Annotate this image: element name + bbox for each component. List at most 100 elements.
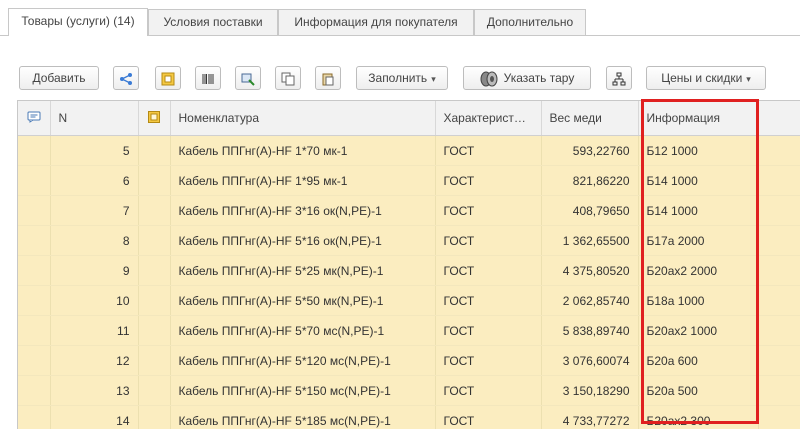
nomenclature-cell[interactable]: Кабель ППГнг(А)-HF 5*70 мс(N,PE)-1: [170, 316, 435, 346]
nomenclature-cell[interactable]: Кабель ППГнг(А)-HF 5*25 мк(N,PE)-1: [170, 256, 435, 286]
table-row[interactable]: 8 Кабель ППГнг(А)-HF 5*16 ок(N,PE)-1ГОСТ1…: [18, 226, 800, 256]
empty-cell: [758, 136, 800, 166]
row-number-cell[interactable]: 5: [50, 136, 138, 166]
product-icon-cell: [138, 286, 170, 316]
pick-goods-icon[interactable]: [235, 66, 261, 90]
row-number-cell[interactable]: 6: [50, 166, 138, 196]
characteristic-cell[interactable]: ГОСТ: [435, 286, 541, 316]
column-header-nomenclature[interactable]: Номенклатура: [170, 101, 435, 136]
nomenclature-cell[interactable]: Кабель ППГнг(А)-HF 1*70 мк-1: [170, 136, 435, 166]
table-row[interactable]: 12 Кабель ППГнг(А)-HF 5*120 мс(N,PE)-1ГОС…: [18, 346, 800, 376]
table-row[interactable]: 14 Кабель ППГнг(А)-HF 5*185 мс(N,PE)-1ГОС…: [18, 406, 800, 429]
nomenclature-cell[interactable]: Кабель ППГнг(А)-HF 5*150 мс(N,PE)-1: [170, 376, 435, 406]
tab-goods[interactable]: Товары (услуги) (14): [8, 8, 148, 36]
prices-discounts-label: Цены и скидки: [661, 71, 742, 85]
nomenclature-cell[interactable]: Кабель ППГнг(А)-HF 1*95 мк-1: [170, 166, 435, 196]
tab-buyer-info[interactable]: Информация для покупателя: [278, 9, 474, 35]
cable-reel-icon: [480, 71, 498, 87]
empty-cell: [758, 256, 800, 286]
comment-cell: [18, 286, 50, 316]
column-header-copper-weight[interactable]: Вес меди: [541, 101, 638, 136]
copper-weight-cell[interactable]: 3 076,60074: [541, 346, 638, 376]
characteristic-cell[interactable]: ГОСТ: [435, 196, 541, 226]
copper-weight-cell[interactable]: 408,79650: [541, 196, 638, 226]
comment-icon: [27, 111, 41, 123]
select-from-list-icon[interactable]: [155, 66, 181, 90]
table-row[interactable]: 13 Кабель ППГнг(А)-HF 5*150 мс(N,PE)-1ГОС…: [18, 376, 800, 406]
row-number-cell[interactable]: 10: [50, 286, 138, 316]
nomenclature-cell[interactable]: Кабель ППГнг(А)-HF 5*120 мс(N,PE)-1: [170, 346, 435, 376]
comment-cell: [18, 406, 50, 429]
table-row[interactable]: 10 Кабель ППГнг(А)-HF 5*50 мк(N,PE)-1ГОСТ…: [18, 286, 800, 316]
characteristic-cell[interactable]: ГОСТ: [435, 136, 541, 166]
row-number-cell[interactable]: 9: [50, 256, 138, 286]
structure-icon[interactable]: [606, 66, 632, 90]
table-row[interactable]: 6 Кабель ППГнг(А)-HF 1*95 мк-1ГОСТ821,862…: [18, 166, 800, 196]
characteristic-cell[interactable]: ГОСТ: [435, 316, 541, 346]
row-number-cell[interactable]: 8: [50, 226, 138, 256]
row-number-cell[interactable]: 12: [50, 346, 138, 376]
table-row[interactable]: 5 Кабель ППГнг(А)-HF 1*70 мк-1ГОСТ593,227…: [18, 136, 800, 166]
row-number-cell[interactable]: 11: [50, 316, 138, 346]
information-cell[interactable]: Б20а 500: [638, 376, 758, 406]
empty-cell: [758, 316, 800, 346]
nomenclature-cell[interactable]: Кабель ППГнг(А)-HF 3*16 ок(N,PE)-1: [170, 196, 435, 226]
tab-delivery-conditions[interactable]: Условия поставки: [148, 9, 278, 35]
characteristic-cell[interactable]: ГОСТ: [435, 406, 541, 429]
comment-column-header[interactable]: [18, 101, 50, 136]
product-icon-cell: [138, 346, 170, 376]
information-cell[interactable]: Б14 1000: [638, 166, 758, 196]
information-cell[interactable]: Б20ах2 1000: [638, 316, 758, 346]
copper-weight-cell[interactable]: 4 375,80520: [541, 256, 638, 286]
copper-weight-cell[interactable]: 821,86220: [541, 166, 638, 196]
characteristic-cell[interactable]: ГОСТ: [435, 346, 541, 376]
information-cell[interactable]: Б20ах2 2000: [638, 256, 758, 286]
comment-cell: [18, 196, 50, 226]
characteristic-cell[interactable]: ГОСТ: [435, 376, 541, 406]
product-icon-cell: [138, 316, 170, 346]
copper-weight-cell[interactable]: 593,22760: [541, 136, 638, 166]
add-button[interactable]: Добавить: [19, 66, 99, 90]
paste-icon[interactable]: [315, 66, 341, 90]
nomenclature-cell[interactable]: Кабель ППГнг(А)-HF 5*50 мк(N,PE)-1: [170, 286, 435, 316]
copper-weight-cell[interactable]: 3 150,18290: [541, 376, 638, 406]
empty-cell: [758, 196, 800, 226]
characteristic-cell[interactable]: ГОСТ: [435, 166, 541, 196]
prices-discounts-dropdown-button[interactable]: Цены и скидки▾: [646, 66, 766, 90]
row-number-cell[interactable]: 7: [50, 196, 138, 226]
row-number-cell[interactable]: 13: [50, 376, 138, 406]
copy-icon[interactable]: [275, 66, 301, 90]
copper-weight-cell[interactable]: 4 733,77272: [541, 406, 638, 429]
fill-dropdown-button[interactable]: Заполнить▾: [356, 66, 448, 90]
empty-cell: [758, 406, 800, 429]
comment-cell: [18, 376, 50, 406]
copper-weight-cell[interactable]: 2 062,85740: [541, 286, 638, 316]
information-cell[interactable]: Б17а 2000: [638, 226, 758, 256]
nomenclature-cell[interactable]: Кабель ППГнг(А)-HF 5*185 мс(N,PE)-1: [170, 406, 435, 429]
specify-tare-button[interactable]: Указать тару: [463, 66, 591, 90]
barcode-icon[interactable]: [195, 66, 221, 90]
nomenclature-cell[interactable]: Кабель ППГнг(А)-HF 5*16 ок(N,PE)-1: [170, 226, 435, 256]
information-cell[interactable]: Б20ах2 300: [638, 406, 758, 429]
characteristic-cell[interactable]: ГОСТ: [435, 256, 541, 286]
comment-cell: [18, 256, 50, 286]
information-cell[interactable]: Б12 1000: [638, 136, 758, 166]
characteristic-cell[interactable]: ГОСТ: [435, 226, 541, 256]
table-row[interactable]: 11 Кабель ППГнг(А)-HF 5*70 мс(N,PE)-1ГОСТ…: [18, 316, 800, 346]
information-cell[interactable]: Б18а 1000: [638, 286, 758, 316]
table-row[interactable]: 7 Кабель ППГнг(А)-HF 3*16 ок(N,PE)-1ГОСТ4…: [18, 196, 800, 226]
copper-weight-cell[interactable]: 1 362,65500: [541, 226, 638, 256]
row-number-cell[interactable]: 14: [50, 406, 138, 429]
empty-cell: [758, 346, 800, 376]
column-header-information[interactable]: Информация: [638, 101, 758, 136]
column-header-characteristic[interactable]: Характерист…: [435, 101, 541, 136]
information-cell[interactable]: Б20а 600: [638, 346, 758, 376]
tab-additional[interactable]: Дополнительно: [474, 9, 586, 35]
table-row[interactable]: 9 Кабель ППГнг(А)-HF 5*25 мк(N,PE)-1ГОСТ4…: [18, 256, 800, 286]
product-icon-column-header[interactable]: [138, 101, 170, 136]
product-icon-cell: [138, 136, 170, 166]
copper-weight-cell[interactable]: 5 838,89740: [541, 316, 638, 346]
column-header-n[interactable]: N: [50, 101, 138, 136]
share-icon[interactable]: [113, 66, 139, 90]
information-cell[interactable]: Б14 1000: [638, 196, 758, 226]
